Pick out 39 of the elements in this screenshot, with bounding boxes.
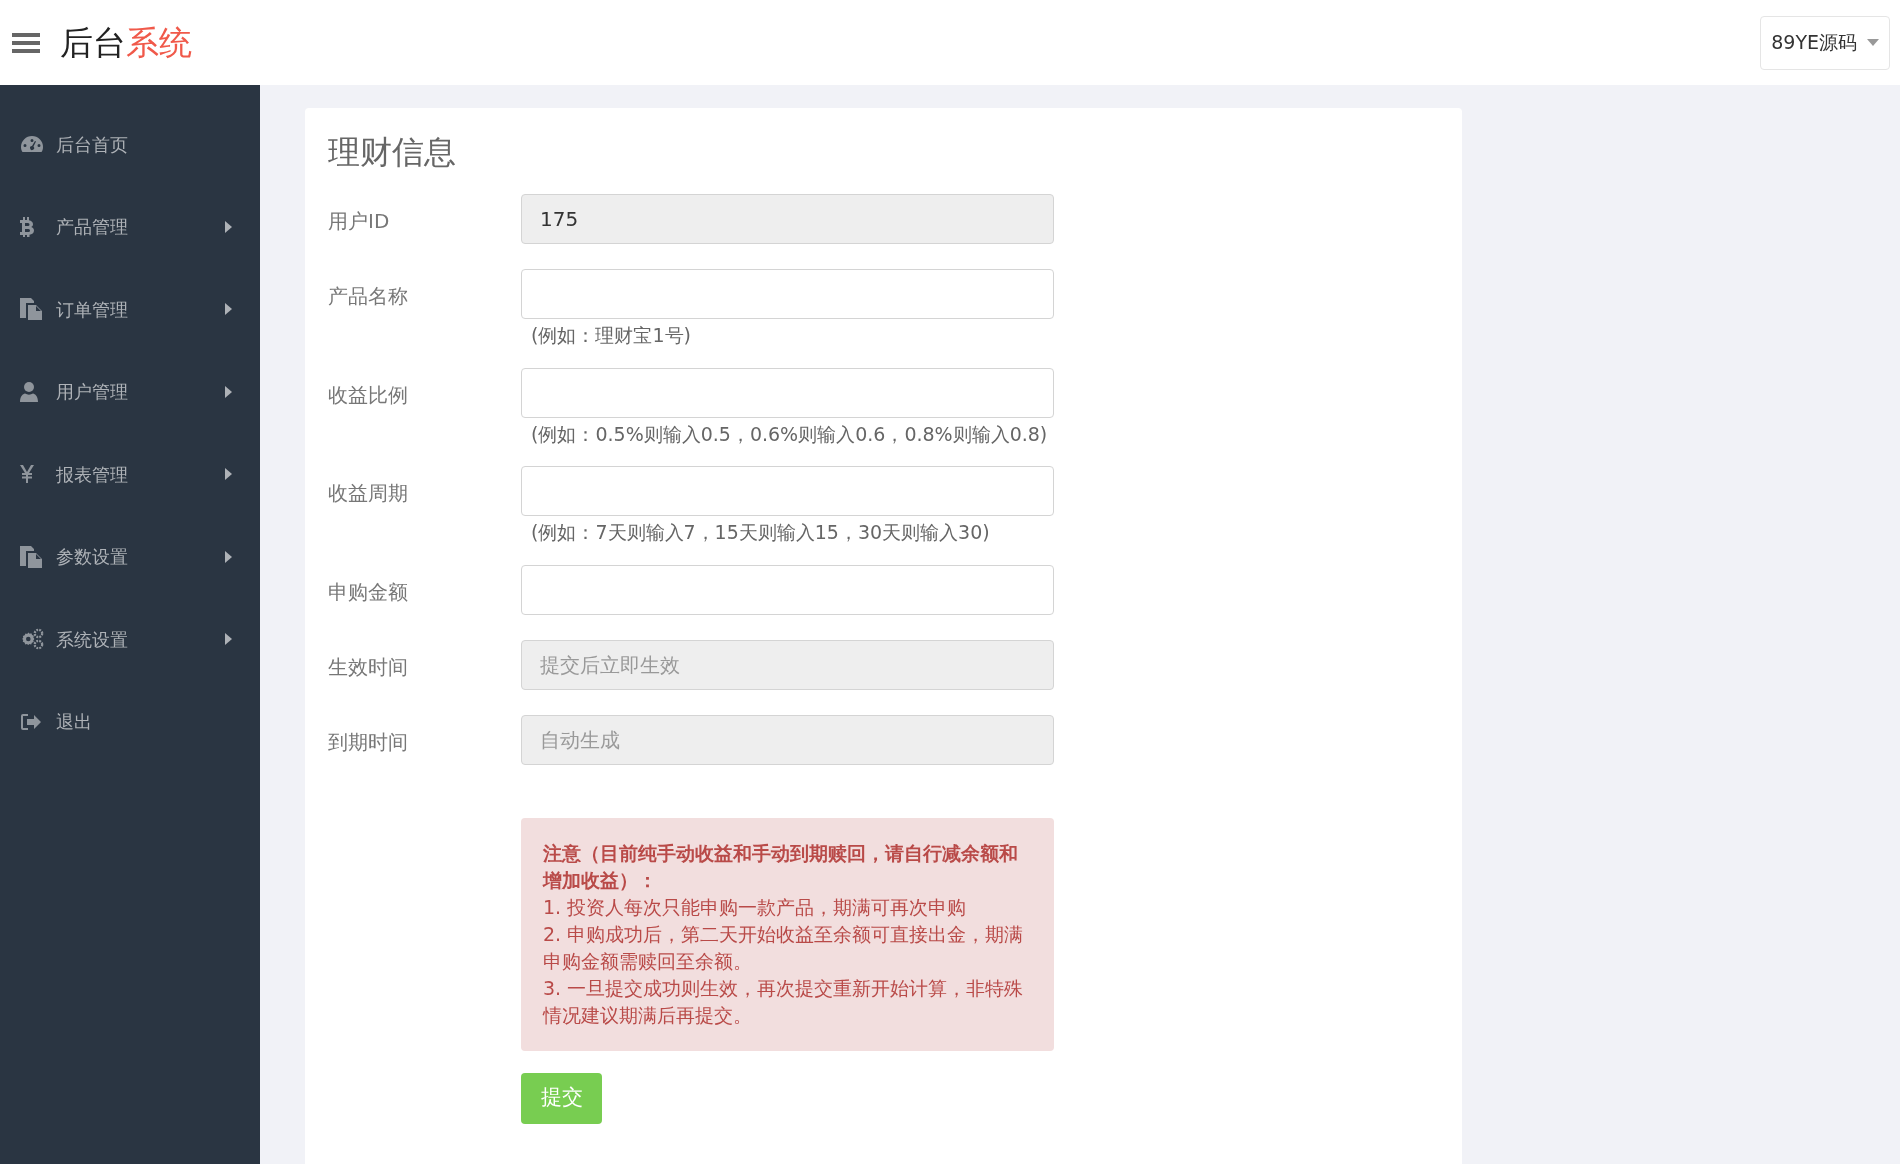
notice-title: 注意（目前纯手动收益和手动到期赎回，请自行减余额和增加收益）： [543, 840, 1019, 893]
field-label: 收益比例 [328, 381, 409, 409]
input-field[interactable] [521, 269, 1054, 319]
gears-icon [20, 628, 44, 651]
sidebar-item[interactable]: 报表管理 [0, 433, 260, 516]
notice-text: 1. 投资人每次只能申购一款产品，期满可再次申购 [543, 894, 968, 920]
notice-text: 3. 一旦提交成功则生效，再次提交重新开始计算，非特殊情况建议期满后再提交。 [543, 975, 1025, 1028]
bitcoin-icon [20, 216, 34, 237]
field-hint: (例如：7天则输入7，15天则输入15，30天则输入30) [531, 520, 991, 545]
input-field[interactable] [521, 466, 1054, 516]
documents-icon [20, 298, 42, 321]
sidebar-item[interactable]: 用户管理 [0, 350, 260, 433]
field-label: 收益周期 [328, 480, 409, 507]
user-icon [20, 381, 38, 402]
input-field[interactable] [521, 564, 1054, 615]
field-hint: (例如：0.5%则输入0.5，0.6%则输入0.6，0.8%则输入0.8) [531, 421, 1049, 447]
sign-out-icon [20, 712, 42, 731]
field-label: 到期时间 [328, 728, 409, 756]
sidebar-item[interactable]: 退出 [0, 680, 260, 763]
field-label: 用户ID [328, 208, 391, 235]
menu-button[interactable] [12, 30, 40, 55]
field-label: 申购金额 [328, 578, 409, 606]
caret-icon [1867, 39, 1879, 46]
input-field[interactable] [521, 367, 1054, 418]
sidebar-item[interactable]: 产品管理 [0, 185, 260, 268]
notice-text: 2. 申购成功后，第二天开始收益至余额可直接出金，期满申购金额需赎回至余额。 [543, 921, 1025, 974]
sidebar-item[interactable]: 参数设置 [0, 515, 260, 598]
documents-icon [20, 545, 42, 568]
form-title: 理财信息 [328, 132, 457, 173]
sidebar-item[interactable]: 订单管理 [0, 268, 260, 351]
field-label: 产品名称 [328, 283, 409, 310]
sidebar-item[interactable]: 系统设置 [0, 598, 260, 681]
user-menu[interactable]: 89YE源码 [1760, 15, 1890, 70]
gauge-icon [20, 135, 44, 154]
yen-icon [20, 465, 34, 484]
sidebar-item[interactable]: 后台首页 [0, 103, 260, 186]
field-hint: (例如：理财宝1号) [531, 323, 692, 348]
field-label: 生效时间 [328, 653, 409, 681]
brand-logo: 后台系统 [60, 21, 192, 64]
